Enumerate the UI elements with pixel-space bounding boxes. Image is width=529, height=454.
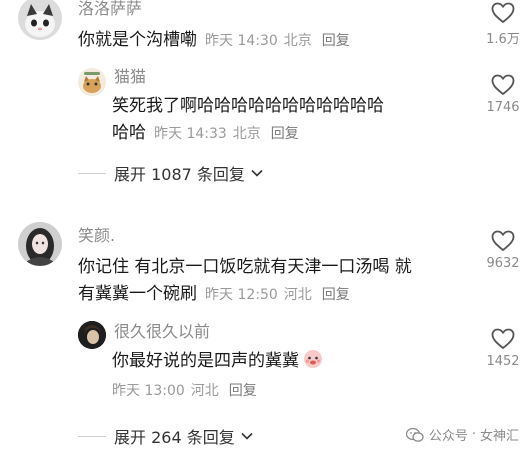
avatar[interactable] <box>78 321 106 349</box>
like-button[interactable]: 1452 <box>482 328 524 369</box>
divider-line <box>78 435 106 437</box>
cat-avatar-icon <box>18 0 62 40</box>
like-count: 1452 <box>486 354 520 369</box>
reply-body-line2: 哈哈 <box>112 123 146 143</box>
watermark: 公众号 · 女神汇 <box>405 425 519 444</box>
avatar[interactable] <box>18 0 62 40</box>
reply-location: 北京 <box>232 126 261 142</box>
comment-username[interactable]: 笑颜. <box>78 228 115 244</box>
watermark-separator: · <box>471 427 476 442</box>
like-count: 9632 <box>486 256 520 271</box>
comment-body-line2: 有冀冀一个碗刷 <box>78 284 197 304</box>
heart-icon <box>491 230 515 251</box>
reply-username[interactable]: 猫猫 <box>114 69 146 85</box>
comment-location: 北京 <box>283 33 312 49</box>
watermark-brand: 公众号 <box>428 429 468 444</box>
reply-time: 昨天 13:00 <box>112 383 185 399</box>
reply-text-line2: 哈哈 昨天 14:33 北京 回复 <box>112 121 299 146</box>
cat-illustration-avatar-icon <box>78 68 106 96</box>
comment-text-line2: 有冀冀一个碗刷 昨天 12:50 河北 回复 <box>78 282 350 307</box>
reply-button[interactable]: 回复 <box>229 383 257 399</box>
reply-meta-row: 昨天 13:00 河北 回复 <box>104 378 257 403</box>
divider-line <box>78 172 106 174</box>
chevron-down-icon <box>241 432 253 440</box>
comment-text-line1: 你记住 有北京一口饭吃就有天津一口汤喝 就 <box>78 257 412 277</box>
heart-icon <box>491 328 515 349</box>
reply-text-line1: 笑死我了啊哈哈哈哈哈哈哈哈哈哈哈 <box>112 96 384 116</box>
chevron-down-icon <box>251 169 263 177</box>
like-button[interactable]: 1.6万 <box>482 2 524 47</box>
girl-avatar-icon <box>18 222 62 266</box>
like-count: 1746 <box>486 100 520 115</box>
heart-icon <box>491 2 515 23</box>
comment-text: 你就是个沟槽嘞 昨天 14:30 北京 回复 <box>78 28 350 53</box>
reply-button[interactable]: 回复 <box>322 287 350 303</box>
comment-username[interactable]: 洛洛萨萨 <box>78 1 142 17</box>
expand-replies-label: 展开 1087 条回复 <box>114 165 245 184</box>
reply-button[interactable]: 回复 <box>271 126 299 142</box>
dark-avatar-icon <box>78 321 106 349</box>
reply-body: 你最好说的是四声的冀冀 <box>112 351 299 371</box>
comment-location: 河北 <box>283 287 312 303</box>
reply-time: 昨天 14:33 <box>154 126 227 142</box>
expand-replies-button[interactable]: 展开 264 条回复 <box>78 426 253 447</box>
comment-body: 你就是个沟槽嘞 <box>78 30 197 50</box>
reply-button[interactable]: 回复 <box>322 33 350 49</box>
heart-icon <box>491 74 515 95</box>
comment-time: 昨天 12:50 <box>205 287 278 303</box>
like-button[interactable]: 9632 <box>482 230 524 271</box>
comment-time: 昨天 14:30 <box>205 33 278 49</box>
avatar[interactable] <box>18 222 62 266</box>
like-button[interactable]: 1746 <box>482 74 524 115</box>
expand-replies-label: 展开 264 条回复 <box>114 428 235 447</box>
emoji-icon <box>303 349 323 376</box>
wechat-icon <box>405 427 424 442</box>
reply-username[interactable]: 很久很久以前 <box>114 324 210 340</box>
reply-location: 河北 <box>190 383 219 399</box>
avatar[interactable] <box>78 68 106 96</box>
reply-text: 你最好说的是四声的冀冀 <box>112 349 323 376</box>
expand-replies-button[interactable]: 展开 1087 条回复 <box>78 163 263 184</box>
like-count: 1.6万 <box>486 32 520 47</box>
watermark-account: 女神汇 <box>479 429 519 444</box>
